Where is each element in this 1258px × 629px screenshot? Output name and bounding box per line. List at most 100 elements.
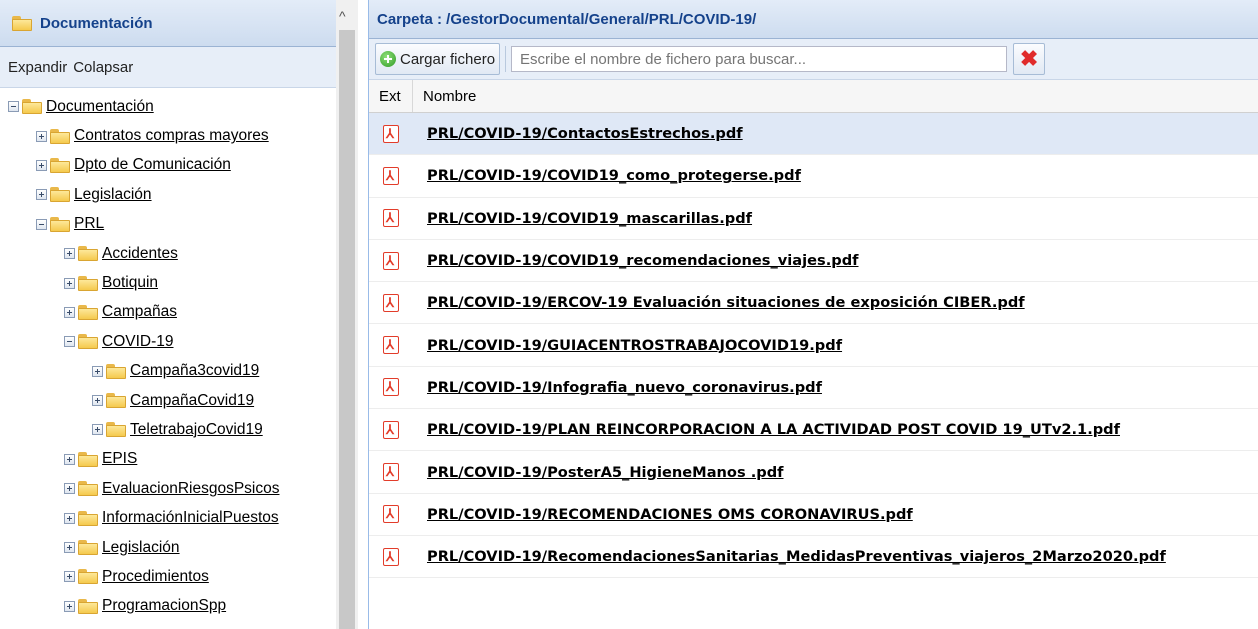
collapse-node-icon[interactable] [64, 336, 75, 348]
file-name-link[interactable]: PRL/COVID-19/COVID19_recomendaciones_via… [413, 252, 1247, 269]
tree-node[interactable]: Accidentes [0, 239, 336, 268]
collapse-node-icon[interactable] [36, 218, 47, 230]
folder-icon [106, 363, 126, 379]
file-list-panel: Carpeta : /GestorDocumental/General/PRL/… [368, 0, 1258, 629]
file-ext-cell [369, 547, 413, 566]
file-name-link[interactable]: PRL/COVID-19/RECOMENDACIONES OMS CORONAV… [413, 506, 1247, 523]
file-ext-cell [369, 420, 413, 439]
expand-node-icon[interactable] [64, 483, 75, 495]
expand-node-icon[interactable] [36, 130, 47, 142]
tree-node-label[interactable]: EPIS [102, 450, 137, 468]
tree-node[interactable]: EvaluacionRiesgosPsicos [0, 474, 336, 503]
search-input[interactable] [511, 46, 1008, 72]
expand-node-icon[interactable] [92, 365, 103, 377]
tree-node-label[interactable]: Campañas [102, 303, 177, 321]
file-name-link[interactable]: PRL/COVID-19/ERCOV-19 Evaluación situaci… [413, 294, 1247, 311]
tree-node-label[interactable]: Procedimientos [102, 568, 209, 586]
tree-node[interactable]: ProgramacionSpp [0, 592, 336, 621]
tree-node[interactable]: Documentación [0, 92, 336, 121]
tree-node-label[interactable]: COVID-19 [102, 333, 174, 351]
column-header-ext[interactable]: Ext [369, 80, 413, 112]
collapse-button[interactable]: Colapsar [73, 59, 133, 76]
expand-node-icon[interactable] [64, 248, 75, 260]
tree-node-label[interactable]: Legislación [102, 539, 180, 557]
tree-node-label[interactable]: Legislación [74, 186, 152, 204]
expand-node-icon[interactable] [64, 277, 75, 289]
clear-search-button[interactable]: ✖ [1013, 43, 1046, 75]
expand-node-icon[interactable] [64, 600, 75, 612]
file-row[interactable]: PRL/COVID-19/ContactosEstrechos.pdf [369, 113, 1258, 156]
tree-node[interactable]: Botiquin [0, 268, 336, 297]
tree-node[interactable]: COVID-19 [0, 327, 336, 356]
scroll-up-icon[interactable]: ^ [339, 8, 346, 24]
tree-node[interactable]: TeletrabajoCovid19 [0, 415, 336, 444]
expand-button[interactable]: Expandir [8, 59, 67, 76]
file-name-link[interactable]: PRL/COVID-19/ContactosEstrechos.pdf [413, 125, 1247, 142]
expand-node-icon[interactable] [92, 424, 103, 436]
file-name-link[interactable]: PRL/COVID-19/Infografia_nuevo_coronaviru… [413, 379, 1247, 396]
file-ext-cell [369, 251, 413, 270]
file-row[interactable]: PRL/COVID-19/GUIACENTROSTRABAJOCOVID19.p… [369, 324, 1258, 367]
tree-node-label[interactable]: Dpto de Comunicación [74, 156, 231, 174]
tree-node[interactable]: CampañaCovid19 [0, 386, 336, 415]
tree-node-label[interactable]: Botiquin [102, 274, 158, 292]
file-row[interactable]: PRL/COVID-19/PLAN REINCORPORACION A LA A… [369, 409, 1258, 452]
tree-node[interactable]: Procedimientos [0, 562, 336, 591]
upload-file-button[interactable]: Cargar fichero [375, 43, 501, 75]
tree-node-label[interactable]: PRL [74, 215, 104, 233]
file-row[interactable]: PRL/COVID-19/RECOMENDACIONES OMS CORONAV… [369, 494, 1258, 536]
tree-node[interactable]: PRL [0, 210, 336, 239]
file-name-link[interactable]: PRL/COVID-19/PosterA5_HigieneManos .pdf [413, 464, 1247, 481]
tree-node-label[interactable]: CampañaCovid19 [130, 392, 254, 410]
file-ext-cell [369, 378, 413, 397]
file-row[interactable]: PRL/COVID-19/RecomendacionesSanitarias_M… [369, 536, 1258, 579]
file-name-link[interactable]: PRL/COVID-19/COVID19_mascarillas.pdf [413, 210, 1247, 227]
file-row[interactable]: PRL/COVID-19/Infografia_nuevo_coronaviru… [369, 367, 1258, 410]
collapse-node-icon[interactable] [8, 101, 19, 113]
tree-node[interactable]: Legislación [0, 533, 336, 562]
expand-node-icon[interactable] [64, 542, 75, 554]
tree-node[interactable]: Contratos compras mayores [0, 121, 336, 150]
tree-node-label[interactable]: InformaciónInicialPuestos [102, 509, 279, 527]
file-ext-cell [369, 209, 413, 228]
expand-node-icon[interactable] [64, 306, 75, 318]
upload-file-label: Cargar fichero [400, 50, 496, 68]
tree-node-label[interactable]: Campaña3covid19 [130, 362, 259, 380]
column-header-name[interactable]: Nombre [413, 88, 476, 105]
file-row[interactable]: PRL/COVID-19/COVID19_mascarillas.pdf [369, 198, 1258, 240]
tree-node-label[interactable]: Accidentes [102, 245, 178, 263]
tree-node[interactable]: Dpto de Comunicación [0, 151, 336, 180]
scrollbar-thumb[interactable] [339, 30, 355, 629]
file-name-link[interactable]: PRL/COVID-19/RecomendacionesSanitarias_M… [413, 548, 1247, 565]
expand-node-icon[interactable] [64, 512, 75, 524]
tree-node-label[interactable]: EvaluacionRiesgosPsicos [102, 480, 279, 498]
expand-node-icon[interactable] [64, 453, 75, 465]
file-name-link[interactable]: PRL/COVID-19/GUIACENTROSTRABAJOCOVID19.p… [413, 337, 1247, 354]
tree-node[interactable]: Campañas [0, 298, 336, 327]
file-name-link[interactable]: PRL/COVID-19/COVID19_como_protegerse.pdf [413, 167, 1247, 184]
expand-node-icon[interactable] [92, 395, 103, 407]
tree-node-label[interactable]: TeletrabajoCovid19 [130, 421, 263, 439]
grid-header: Ext Nombre [369, 80, 1258, 113]
expand-node-icon[interactable] [64, 571, 75, 583]
file-row[interactable]: PRL/COVID-19/COVID19_como_protegerse.pdf [369, 155, 1258, 198]
folder-path-title: Carpeta : /GestorDocumental/General/PRL/… [377, 10, 757, 28]
expand-node-icon[interactable] [36, 189, 47, 201]
tree-node-label[interactable]: Documentación [46, 98, 154, 116]
tree-node[interactable]: Campaña3covid19 [0, 357, 336, 386]
file-row[interactable]: PRL/COVID-19/ERCOV-19 Evaluación situaci… [369, 282, 1258, 325]
tree-node-label[interactable]: ProgramacionSpp [102, 597, 226, 615]
file-ext-cell [369, 463, 413, 482]
file-name-link[interactable]: PRL/COVID-19/PLAN REINCORPORACION A LA A… [413, 421, 1247, 438]
tree-node[interactable]: EPIS [0, 445, 336, 474]
file-ext-cell [369, 124, 413, 143]
tree-node-label[interactable]: Contratos compras mayores [74, 127, 269, 145]
folder-tree: Documentación Contratos compras mayores Dp… [0, 88, 336, 621]
tree-node[interactable]: InformaciónInicialPuestos [0, 503, 336, 532]
tree-node[interactable]: Legislación [0, 180, 336, 209]
folder-icon [78, 275, 98, 291]
tree-scrollbar[interactable]: ^ [336, 0, 358, 629]
file-row[interactable]: PRL/COVID-19/COVID19_recomendaciones_via… [369, 240, 1258, 283]
file-row[interactable]: PRL/COVID-19/PosterA5_HigieneManos .pdf [369, 451, 1258, 494]
expand-node-icon[interactable] [36, 159, 47, 171]
